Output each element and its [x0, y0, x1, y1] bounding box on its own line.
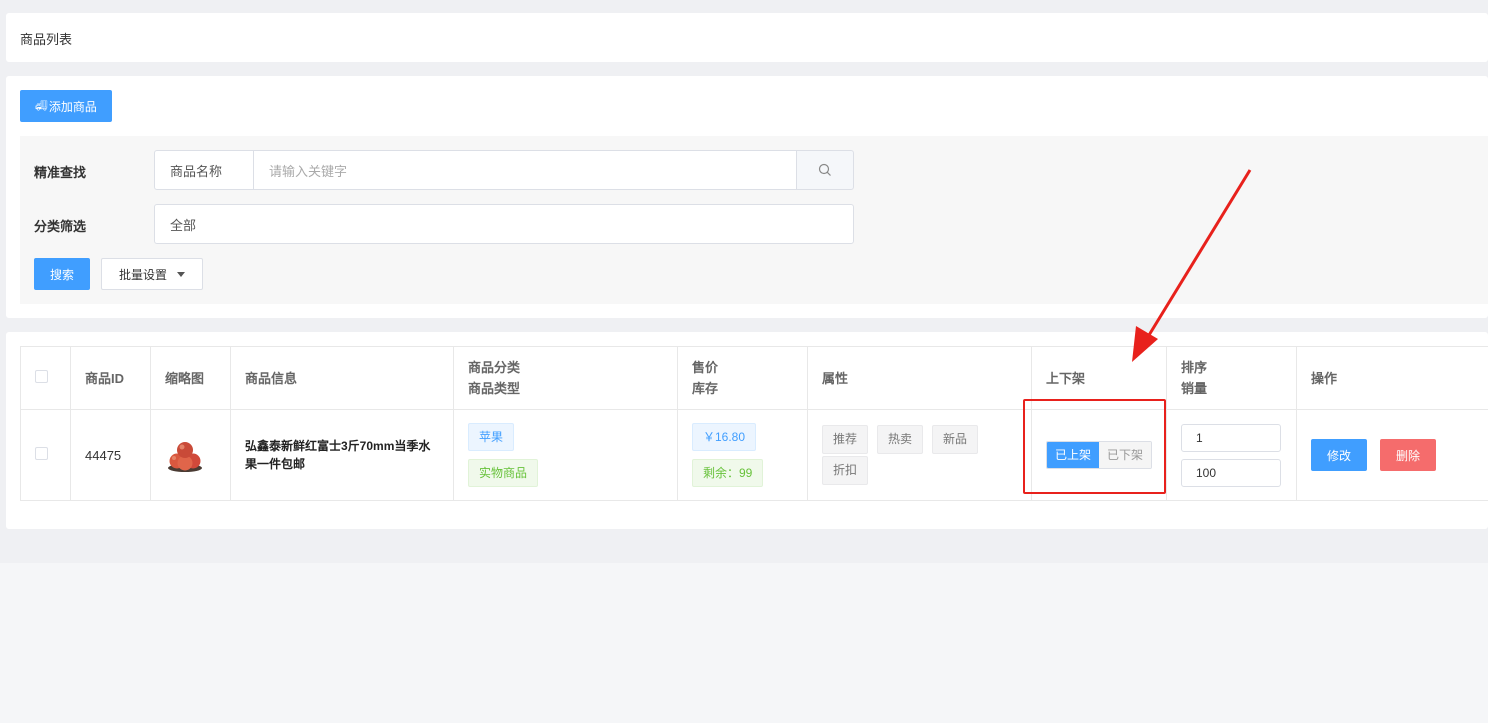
header-select-all[interactable] — [20, 346, 71, 410]
search-field-select[interactable]: 商品名称 — [154, 150, 254, 190]
attr-discount-toggle[interactable]: 折扣 — [822, 456, 869, 485]
header-id: 商品ID — [70, 346, 151, 410]
sales-input[interactable]: 100 — [1181, 458, 1281, 487]
shelf-cell: 已上架 已下架 — [1031, 409, 1167, 501]
batch-settings-label: 批量设置 — [118, 267, 167, 282]
operations-cell: 修改 删除 — [1296, 409, 1488, 501]
header-category: 商品分类 商品类型 — [453, 346, 678, 410]
price-tag: ￥16.80 — [692, 423, 757, 451]
product-id: 44475 — [70, 409, 151, 501]
header-price-line: 售价 — [692, 360, 719, 375]
search-icon-button[interactable] — [796, 150, 854, 190]
product-name: 弘鑫泰新鲜红富士3斤70mm当季水果一件包邮 — [245, 439, 431, 471]
product-type-tag: 实物商品 — [468, 459, 539, 487]
attr-hot-toggle[interactable]: 热卖 — [877, 425, 924, 454]
header-info: 商品信息 — [230, 346, 454, 410]
filter-card: 🚚︎ 添加商品 精准查找 商品名称 请输入关键字 分类筛选 全部 搜索 批量设置 — [6, 76, 1488, 318]
header-shelf: 上下架 — [1031, 346, 1167, 410]
caret-down-icon — [177, 271, 185, 277]
stock-tag: 剩余：99 — [692, 459, 764, 487]
header-type-line: 商品类型 — [468, 381, 521, 396]
add-product-button[interactable]: 🚚︎ 添加商品 — [20, 90, 112, 122]
attr-recommend-toggle[interactable]: 推荐 — [822, 425, 869, 454]
sort-sales-cell: 1 100 — [1166, 409, 1297, 501]
product-info-cell: 弘鑫泰新鲜红富士3斤70mm当季水果一件包邮 — [230, 409, 454, 501]
row-checkbox[interactable] — [35, 447, 48, 460]
category-filter-label: 分类筛选 — [34, 219, 87, 234]
category-select[interactable]: 全部 — [154, 204, 854, 244]
page-header: 商品列表 — [6, 13, 1488, 62]
shelf-on-option[interactable]: 已上架 — [1047, 442, 1099, 468]
product-table: 商品ID 缩略图 商品信息 商品分类 商品类型 售价 库存 属性 上下架 排序 … — [20, 346, 1488, 501]
table-card: 商品ID 缩略图 商品信息 商品分类 商品类型 售价 库存 属性 上下架 排序 … — [6, 332, 1488, 529]
delete-button[interactable]: 删除 — [1380, 439, 1436, 471]
add-product-label: 添加商品 — [48, 99, 97, 114]
header-category-line: 商品分类 — [468, 360, 521, 375]
table-row: 44475 弘鑫泰新鲜红富士3斤70mm当季水果一件包邮 苹果 实物商品 ￥16… — [20, 409, 1488, 501]
thumbnail-cell — [150, 409, 231, 501]
product-thumbnail — [168, 441, 202, 472]
header-sales-line: 销量 — [1181, 381, 1208, 396]
search-icon — [818, 163, 831, 176]
search-button[interactable]: 搜索 — [34, 258, 90, 290]
keyword-input[interactable]: 请输入关键字 — [254, 150, 797, 190]
header-stock-line: 库存 — [692, 381, 719, 396]
header-sort: 排序 销量 — [1166, 346, 1297, 410]
select-all-checkbox[interactable] — [35, 369, 48, 383]
table-header-row: 商品ID 缩略图 商品信息 商品分类 商品类型 售价 库存 属性 上下架 排序 … — [20, 346, 1488, 410]
price-cell: ￥16.80 剩余：99 — [677, 409, 808, 501]
header-operations: 操作 — [1296, 346, 1488, 410]
header-sort-line: 排序 — [1181, 360, 1208, 375]
shelf-off-option[interactable]: 已下架 — [1099, 442, 1151, 468]
edit-button[interactable]: 修改 — [1311, 439, 1367, 471]
header-attributes: 属性 — [807, 346, 1032, 410]
header-thumbnail: 缩略图 — [150, 346, 231, 410]
shelf-status-switch[interactable]: 已上架 已下架 — [1046, 441, 1152, 469]
sort-input[interactable]: 1 — [1181, 423, 1281, 452]
keyword-placeholder: 请输入关键字 — [269, 163, 348, 179]
category-tag: 苹果 — [468, 423, 515, 451]
header-price: 售价 库存 — [677, 346, 808, 410]
attributes-cell: 推荐 热卖 新品 折扣 — [807, 409, 1032, 501]
exact-search-label: 精准查找 — [34, 165, 87, 180]
row-select-cell[interactable] — [20, 409, 71, 501]
filter-panel: 精准查找 商品名称 请输入关键字 分类筛选 全部 搜索 批量设置 — [20, 136, 1488, 304]
page-title: 商品列表 — [20, 32, 73, 47]
batch-settings-dropdown[interactable]: 批量设置 — [101, 258, 203, 290]
attr-new-toggle[interactable]: 新品 — [932, 425, 979, 454]
truck-icon: 🚚︎ — [35, 100, 48, 112]
category-cell: 苹果 实物商品 — [453, 409, 678, 501]
